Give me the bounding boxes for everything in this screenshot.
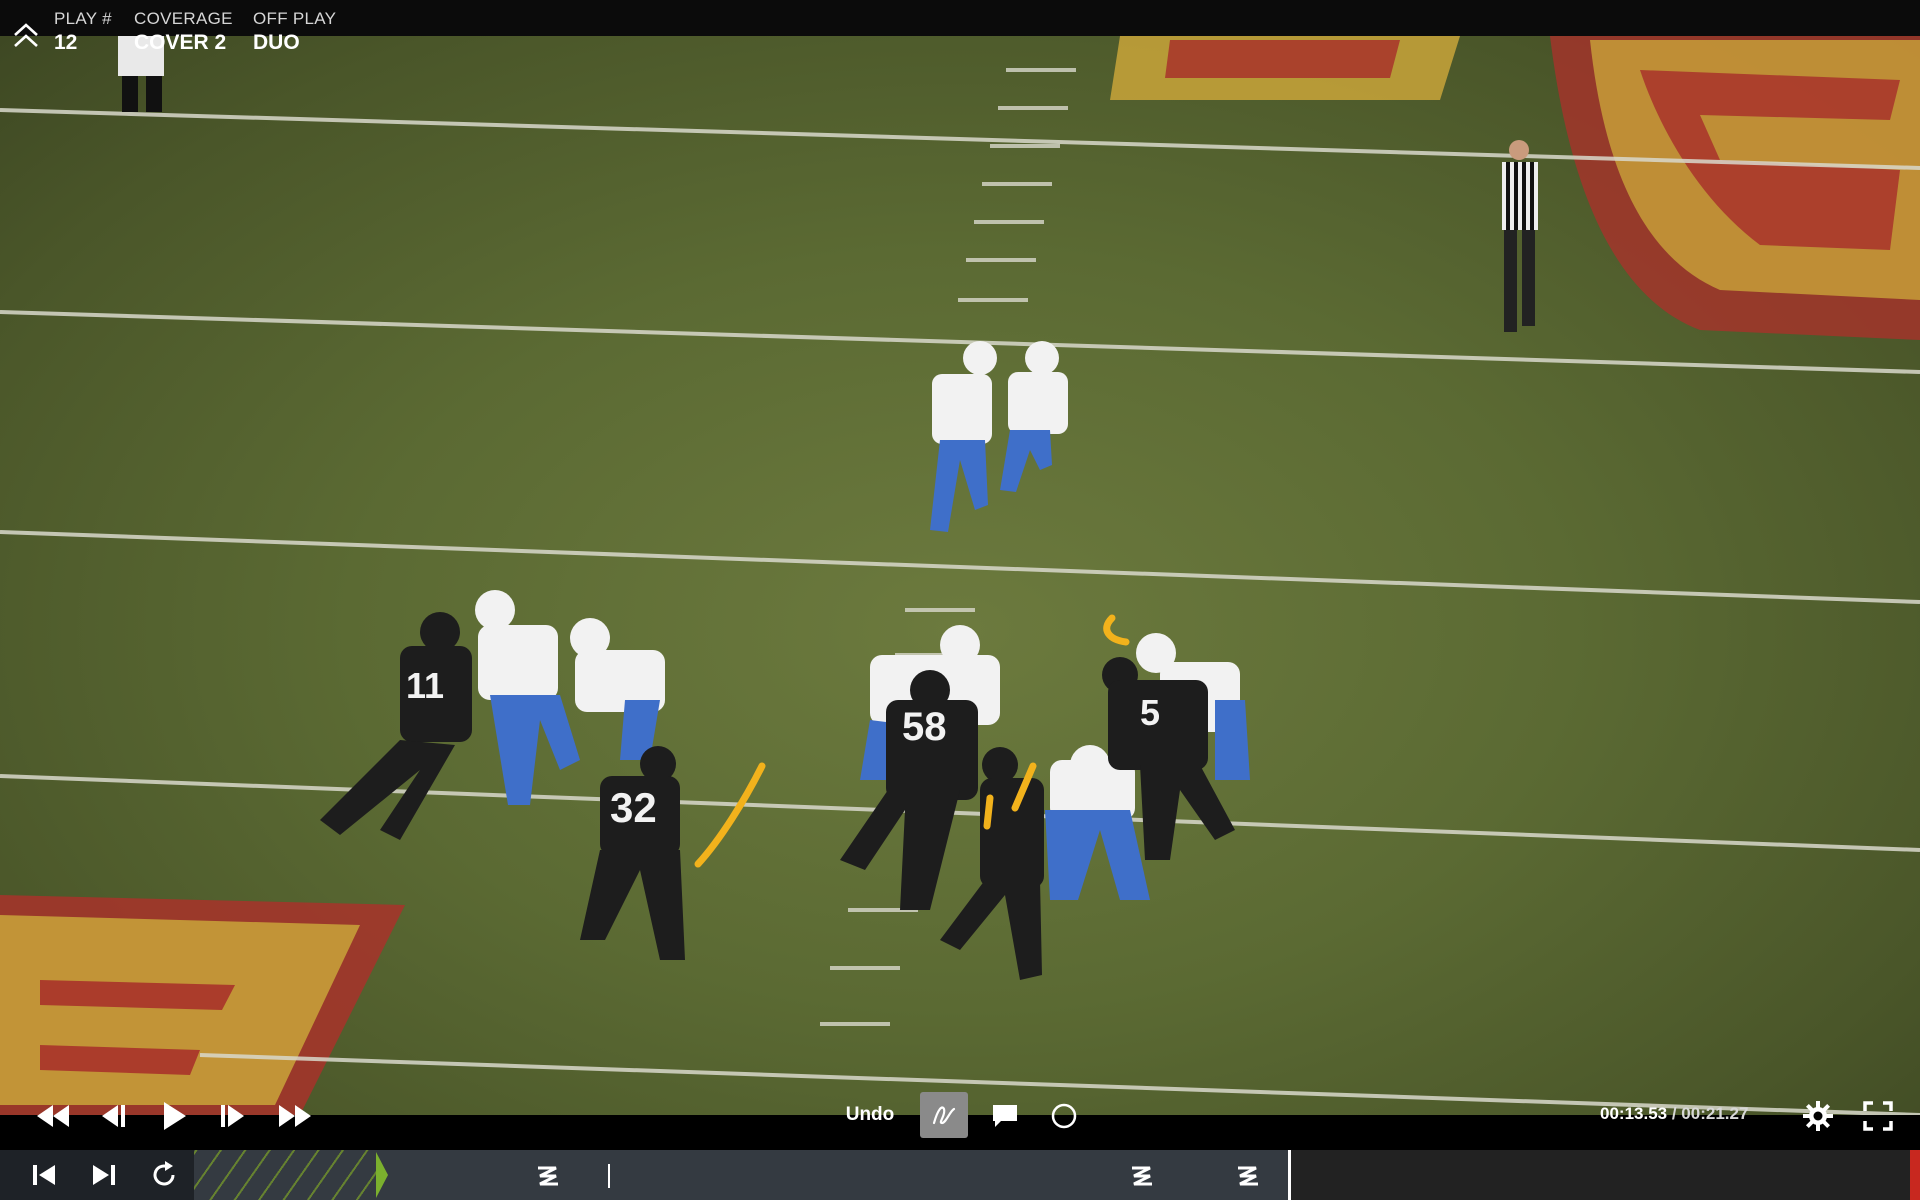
timeline-end-marker	[1910, 1150, 1920, 1200]
jersey-5: 5	[1140, 692, 1160, 733]
circle-icon	[1051, 1103, 1077, 1129]
skip-start-button[interactable]	[18, 1150, 70, 1200]
defender-11	[320, 612, 472, 840]
play-button[interactable]	[152, 1094, 196, 1138]
fast-forward-icon	[279, 1105, 311, 1127]
time-current: 00:13.53	[1600, 1104, 1668, 1123]
off-play-label: OFF PLAY	[253, 9, 337, 28]
jersey-11: 11	[406, 665, 444, 706]
timeline-playhead[interactable]	[1288, 1150, 1291, 1200]
coverage-block: COVERAGE COVER 2	[134, 9, 233, 55]
step-forward-button[interactable]	[214, 1094, 254, 1138]
comment-button[interactable]	[986, 1094, 1024, 1138]
fullscreen-icon	[1863, 1101, 1893, 1131]
time-display: 00:13.53 / 00:21.27	[1600, 1104, 1748, 1124]
defender-32	[580, 746, 685, 960]
step-back-button[interactable]	[92, 1094, 132, 1138]
annotation-stroke-3	[983, 794, 994, 830]
pen-icon	[932, 1106, 956, 1125]
jersey-58: 58	[902, 705, 947, 749]
rewind-button[interactable]	[30, 1094, 76, 1138]
step-back-icon	[102, 1105, 125, 1127]
endzone-logo-bottom	[0, 895, 405, 1115]
off-play-value: DUO	[253, 31, 300, 54]
timeline-remaining	[1290, 1150, 1920, 1200]
range-start-handle[interactable]	[376, 1150, 390, 1200]
skip-start-icon	[33, 1165, 55, 1185]
clip-timeline	[0, 1150, 1920, 1200]
play-number-label: PLAY #	[54, 9, 112, 28]
gear-icon	[1803, 1101, 1833, 1131]
play-icon	[164, 1102, 186, 1130]
chevron-up-icon	[14, 23, 38, 47]
cursor-tick	[608, 1164, 610, 1188]
played-region	[194, 1150, 380, 1200]
pen-tool-button[interactable]	[920, 1092, 968, 1138]
replay-button[interactable]	[138, 1150, 190, 1200]
step-forward-icon	[221, 1105, 244, 1127]
fast-forward-button[interactable]	[272, 1094, 318, 1138]
video-frame[interactable]: 11 32 58 5	[0, 36, 1920, 1115]
annotation-stroke-4	[1103, 614, 1130, 646]
zigzag-marker-icon[interactable]	[534, 1162, 562, 1190]
replay-icon	[153, 1161, 175, 1186]
collapse-button[interactable]	[10, 22, 42, 50]
undo-button[interactable]: Undo	[840, 1098, 900, 1132]
comment-icon	[993, 1105, 1017, 1127]
backfield-players	[930, 341, 1068, 532]
skip-end-icon	[93, 1165, 115, 1185]
play-number-value: 12	[54, 31, 78, 54]
coverage-value: COVER 2	[134, 31, 227, 54]
time-total: 00:21.27	[1681, 1104, 1749, 1123]
play-number-block: PLAY # 12	[54, 9, 112, 55]
football-field-scene: 11 32 58 5	[0, 36, 1920, 1115]
time-separator: /	[1667, 1104, 1682, 1123]
coverage-label: COVERAGE	[134, 9, 233, 28]
annotation-stroke-1	[694, 762, 766, 868]
referee-right	[1502, 140, 1538, 332]
off-play-block: OFF PLAY DUO	[253, 9, 336, 55]
zigzag-marker-icon[interactable]	[1234, 1162, 1262, 1190]
jersey-32: 32	[610, 784, 657, 831]
circle-tool-button[interactable]	[1046, 1094, 1082, 1138]
skip-end-button[interactable]	[78, 1150, 130, 1200]
zigzag-marker-icon[interactable]	[1128, 1162, 1156, 1190]
rewind-icon	[37, 1105, 69, 1127]
fullscreen-button[interactable]	[1856, 1094, 1900, 1138]
settings-button[interactable]	[1796, 1094, 1840, 1138]
